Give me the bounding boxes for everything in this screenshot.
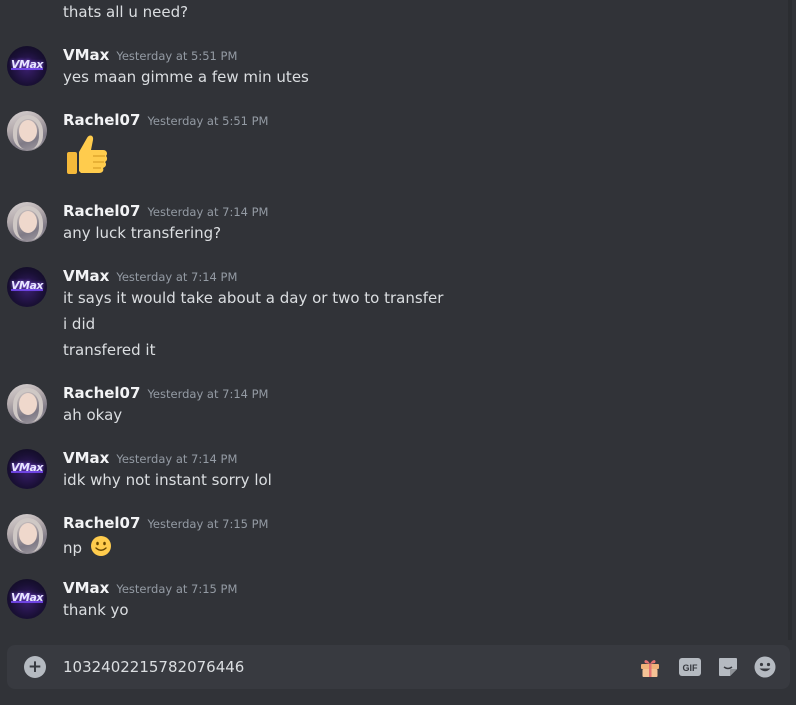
timestamp: Yesterday at 5:51 PM bbox=[116, 49, 238, 63]
avatar[interactable] bbox=[7, 384, 47, 424]
username[interactable]: VMax bbox=[63, 46, 109, 64]
avatar[interactable]: VMax bbox=[7, 449, 47, 489]
message-text: it says it would take about a day or two… bbox=[63, 289, 444, 307]
timestamp: Yesterday at 7:14 PM bbox=[147, 205, 269, 219]
message-text: idk why not instant sorry lol bbox=[63, 471, 272, 489]
username[interactable]: Rachel07 bbox=[63, 514, 140, 532]
message-text: any luck transfering? bbox=[63, 224, 222, 242]
thumbs-up-emoji-icon[interactable] bbox=[63, 130, 111, 178]
gif-label: GIF bbox=[683, 663, 699, 673]
avatar[interactable] bbox=[7, 514, 47, 554]
message-text: ah okay bbox=[63, 406, 123, 424]
username[interactable]: VMax bbox=[63, 267, 109, 285]
avatar[interactable]: VMax bbox=[7, 267, 47, 307]
avatar[interactable] bbox=[7, 202, 47, 242]
message-list: thats all u need? VMax VMax Yesterday at … bbox=[0, 0, 792, 640]
timestamp: Yesterday at 7:14 PM bbox=[147, 387, 269, 401]
message-text: thats all u need? bbox=[63, 3, 189, 21]
username[interactable]: Rachel07 bbox=[63, 384, 140, 402]
slight-smile-emoji-icon[interactable] bbox=[90, 535, 112, 557]
username[interactable]: VMax bbox=[63, 449, 109, 467]
message-text: transfered it bbox=[63, 341, 156, 359]
message-input[interactable]: 1032402215782076446 bbox=[63, 657, 244, 677]
timestamp: Yesterday at 7:15 PM bbox=[116, 582, 238, 596]
sticker-icon[interactable] bbox=[716, 655, 740, 679]
avatar[interactable]: VMax bbox=[7, 46, 47, 86]
message-text-np: np bbox=[63, 539, 83, 557]
message-text: i did bbox=[63, 315, 96, 333]
message-text: thank yo bbox=[63, 601, 129, 619]
timestamp: Yesterday at 5:51 PM bbox=[147, 114, 269, 128]
scrollbar[interactable] bbox=[788, 0, 792, 640]
message-text: np bbox=[63, 535, 112, 558]
avatar[interactable] bbox=[7, 111, 47, 151]
username[interactable]: Rachel07 bbox=[63, 111, 140, 129]
username[interactable]: Rachel07 bbox=[63, 202, 140, 220]
emoji-icon[interactable] bbox=[753, 655, 777, 679]
gift-icon[interactable] bbox=[638, 655, 662, 679]
timestamp: Yesterday at 7:15 PM bbox=[147, 517, 269, 531]
timestamp: Yesterday at 7:14 PM bbox=[116, 452, 238, 466]
message-composer[interactable]: + 1032402215782076446 GIF bbox=[7, 645, 790, 689]
timestamp: Yesterday at 7:14 PM bbox=[116, 270, 238, 284]
message-text: yes maan gimme a few min utes bbox=[63, 68, 309, 86]
add-attachment-icon[interactable]: + bbox=[24, 656, 46, 678]
gif-icon[interactable]: GIF bbox=[678, 655, 702, 679]
username[interactable]: VMax bbox=[63, 579, 109, 597]
avatar[interactable]: VMax bbox=[7, 579, 47, 619]
